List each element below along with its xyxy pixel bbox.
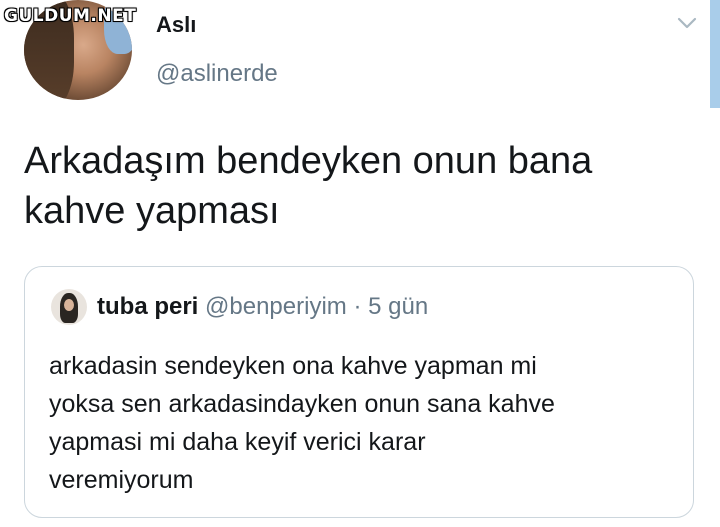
quoted-text-line: arkadasin sendeyken ona kahve yapman mi xyxy=(49,352,537,380)
chevron-down-icon[interactable] xyxy=(676,12,698,34)
scroll-indicator xyxy=(710,0,720,108)
tweet-text: Arkadaşım bendeyken onun bana kahve yapm… xyxy=(24,136,704,236)
quoted-user-avatar xyxy=(51,289,87,325)
quoted-user-handle: @benperiyim xyxy=(205,293,347,320)
quoted-text-line: yoksa sen arkadasindayken onun sana kahv… xyxy=(49,390,555,418)
quoted-timestamp: 5 gün xyxy=(368,293,429,320)
tweet-text-line: Arkadaşım bendeyken onun bana xyxy=(24,140,593,182)
tweet-text-line: kahve yapması xyxy=(24,190,280,232)
display-name[interactable]: Aslı xyxy=(156,12,196,38)
quoted-text-line: yapmasi mi daha keyif verici karar xyxy=(49,428,426,456)
quoted-tweet-header: tuba peri @benperiyim · 5 gün xyxy=(97,293,428,321)
quoted-tweet-card[interactable]: tuba peri @benperiyim · 5 gün arkadasin … xyxy=(24,266,694,518)
site-watermark: GULDUM.NET xyxy=(4,6,137,26)
quoted-tweet-text: arkadasin sendeyken ona kahve yapman mi … xyxy=(49,347,679,499)
header-separator: · xyxy=(353,293,362,320)
user-handle[interactable]: @aslinerde xyxy=(156,60,278,88)
quoted-display-name: tuba peri xyxy=(97,293,199,320)
avatar-face xyxy=(64,299,74,311)
quoted-text-line: veremiyorum xyxy=(49,466,194,494)
